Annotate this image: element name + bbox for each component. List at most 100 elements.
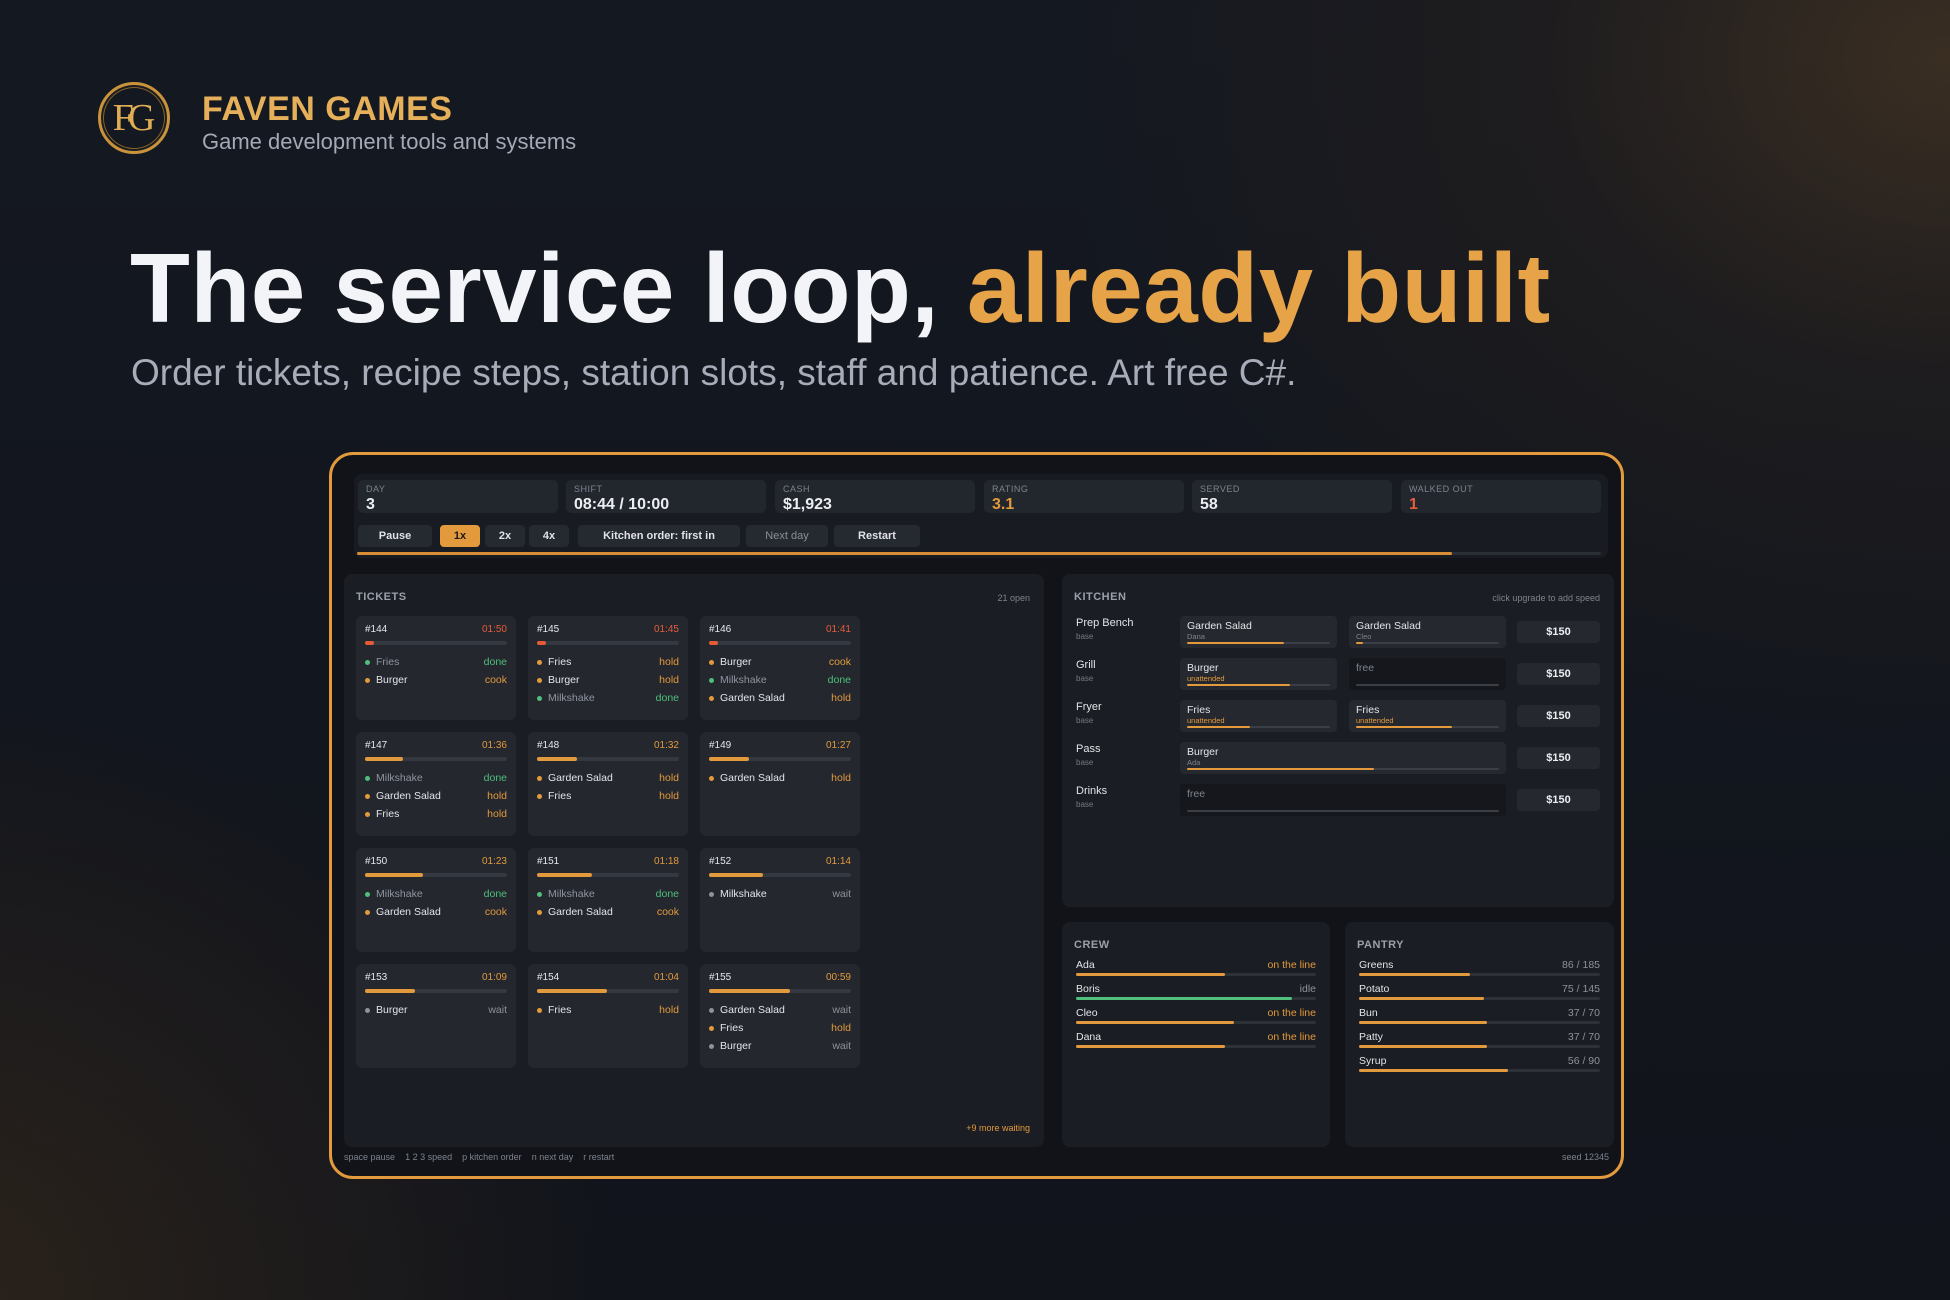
item-state: wait [832, 1040, 851, 1052]
keyboard-hints: space pause 1 2 3 speed p kitchen order … [344, 1152, 614, 1162]
ticket-timer: 01:41 [825, 624, 851, 635]
ticket-card[interactable]: #144 01:50 Fries done Burger cook [356, 616, 516, 720]
station-slot[interactable]: Fries unattended [1349, 700, 1506, 732]
station-slot[interactable]: Fries unattended [1180, 700, 1337, 732]
ticket-timer: 01:50 [481, 624, 507, 635]
crew-bar-fill [1076, 1021, 1235, 1024]
speed-4x-button[interactable]: 4x [529, 525, 569, 547]
station-upgrade-button[interactable]: $150 [1517, 747, 1600, 769]
pantry-bar-fill [1359, 1045, 1487, 1048]
ticket-items: Fries done Burger cook [365, 653, 507, 689]
ticket-item: Milkshake done [537, 885, 679, 903]
station-level: base [1076, 800, 1094, 809]
ticket-card[interactable]: #148 01:32 Garden Salad hold Fries hold [528, 732, 688, 836]
ticket-card[interactable]: #153 01:09 Burger wait [356, 964, 516, 1068]
next-day-button[interactable]: Next day [746, 525, 828, 547]
ticket-card[interactable]: #151 01:18 Milkshake done Garden Salad cook [528, 848, 688, 952]
ticket-card[interactable]: #149 01:27 Garden Salad hold [700, 732, 860, 836]
item-name: Garden Salad [376, 790, 441, 802]
status-dot-icon [365, 909, 370, 915]
ticket-card[interactable]: #154 01:04 Fries hold [528, 964, 688, 1068]
patience-fill [365, 989, 415, 993]
item-name: Burger [720, 656, 752, 668]
ticket-card[interactable]: #150 01:23 Milkshake done Garden Salad cook [356, 848, 516, 952]
ticket-item: Burger cook [365, 671, 507, 689]
pantry-amount: 75 / 145 [1562, 983, 1600, 995]
ticket-items: Fries hold Burger hold Milkshake done [537, 653, 679, 707]
patience-fill [365, 757, 404, 761]
ticket-item: Burger wait [709, 1037, 851, 1055]
ticket-items: Garden Salad hold [709, 769, 851, 787]
station-name: Grill [1076, 659, 1096, 671]
item-name: Garden Salad [548, 906, 613, 918]
station-upgrade-button[interactable]: $150 [1517, 705, 1600, 727]
pantry-item-name: Bun [1359, 1007, 1378, 1019]
slot-progress-fill [1187, 642, 1285, 644]
station-upgrade-button[interactable]: $150 [1517, 789, 1600, 811]
station-name: Prep Bench [1076, 617, 1134, 629]
speed-2x-button[interactable]: 2x [485, 525, 525, 547]
ticket-card[interactable]: #155 00:59 Garden Salad wait Fries hold Burger… [700, 964, 860, 1068]
status-dot-icon [709, 891, 714, 897]
ticket-card[interactable]: #145 01:45 Fries hold Burger hold Milkshake don… [528, 616, 688, 720]
day-progress-bar [357, 552, 1601, 555]
ticket-item: Burger hold [537, 671, 679, 689]
station-slot[interactable]: free [1180, 784, 1506, 816]
patience-fill [709, 873, 763, 877]
crew-bar-fill [1076, 1045, 1225, 1048]
ticket-header: #150 01:23 [365, 856, 507, 868]
ticket-item: Garden Salad hold [365, 787, 507, 805]
slot-item: free [1187, 788, 1206, 800]
ticket-item: Milkshake done [365, 885, 507, 903]
station-upgrade-button[interactable]: $150 [1517, 663, 1600, 685]
station-slot[interactable]: Burger unattended [1180, 658, 1337, 690]
ticket-id: #153 [365, 972, 388, 983]
status-dot-icon [537, 677, 542, 683]
pantry-bar [1359, 997, 1600, 1000]
status-dot-icon [537, 793, 542, 799]
item-name: Garden Salad [720, 772, 785, 784]
pantry-item-name: Potato [1359, 983, 1390, 995]
crew-row: Boris idle [1076, 983, 1316, 1001]
restart-button[interactable]: Restart [834, 525, 920, 547]
ticket-item: Burger cook [709, 653, 851, 671]
ticket-items: Milkshake done Garden Salad hold Fries hold [365, 769, 507, 823]
ticket-card[interactable]: #146 01:41 Burger cook Milkshake done Garden S… [700, 616, 860, 720]
ticket-card[interactable]: #152 01:14 Milkshake wait [700, 848, 860, 952]
ticket-header: #149 01:27 [709, 740, 851, 752]
pantry-bar-fill [1359, 1069, 1509, 1072]
slot-progress-bar [1187, 726, 1330, 728]
status-dot-icon [537, 775, 542, 781]
station-slot[interactable]: Garden Salad Cleo [1349, 616, 1506, 648]
station-slot[interactable]: free [1349, 658, 1506, 690]
station-level: base [1076, 716, 1094, 725]
item-name: Garden Salad [720, 1004, 785, 1016]
status-dot-icon [709, 659, 714, 665]
seed-label: seed 12345 [1561, 1152, 1609, 1162]
kitchen-upgrade-hint: click upgrade to add speed [1492, 593, 1600, 603]
station-slot[interactable]: Garden Salad Dana [1180, 616, 1337, 648]
speed-1x-button[interactable]: 1x [440, 525, 480, 547]
pause-button[interactable]: Pause [358, 525, 432, 547]
pantry-bar [1359, 973, 1600, 976]
stat-rating: RATING 3.1 [984, 480, 1184, 513]
ticket-timer: 01:32 [653, 740, 679, 751]
ticket-item: Fries done [365, 653, 507, 671]
station-name: Drinks [1076, 785, 1108, 797]
item-name: Fries [376, 656, 400, 668]
pantry-row: Bun 37 / 70 [1359, 1007, 1600, 1025]
ticket-timer: 01:45 [653, 624, 679, 635]
item-name: Fries [548, 656, 572, 668]
ticket-card[interactable]: #147 01:36 Milkshake done Garden Salad hold Fr… [356, 732, 516, 836]
station-row: Grill base Burger unattended free $150 [1076, 658, 1600, 692]
ticket-header: #145 01:45 [537, 624, 679, 636]
item-state: hold [831, 772, 851, 784]
kitchen-order-button[interactable]: Kitchen order: first in [578, 525, 740, 547]
slot-progress-bar [1356, 642, 1499, 644]
slot-progress-fill [1187, 726, 1250, 728]
station-upgrade-button[interactable]: $150 [1517, 621, 1600, 643]
station-slot[interactable]: Burger Ada [1180, 742, 1506, 774]
stat-served: SERVED 58 [1192, 480, 1392, 513]
station-level: base [1076, 632, 1094, 641]
crew-bar [1076, 997, 1316, 1000]
